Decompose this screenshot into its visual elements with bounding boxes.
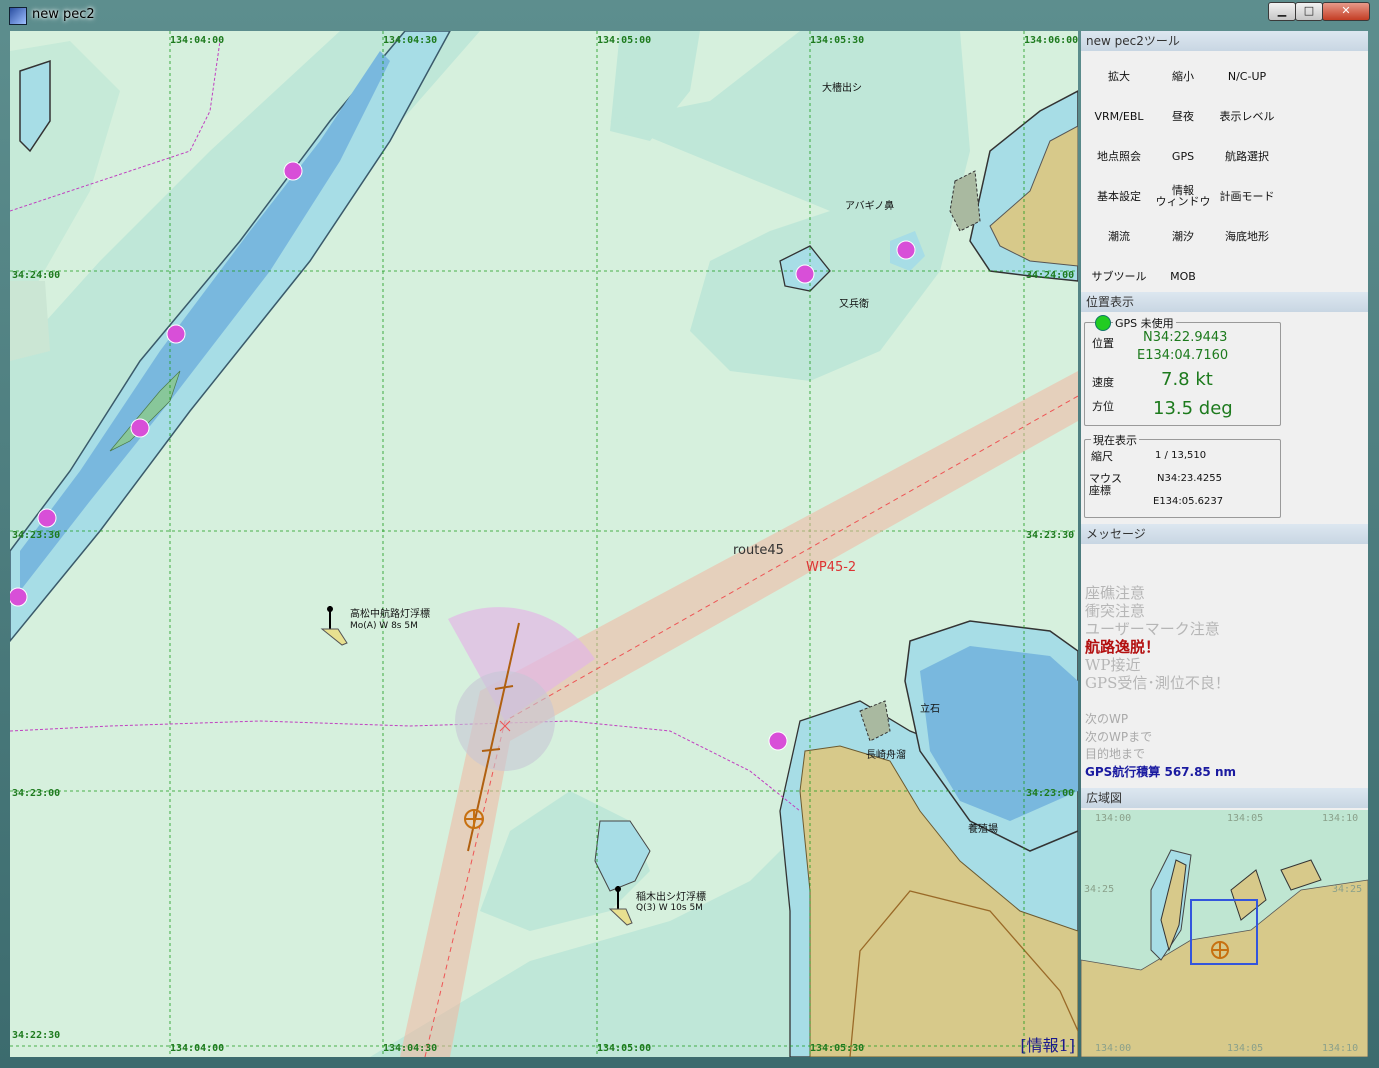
gps-total-distance: GPS航行積算 567.85 nm (1085, 765, 1236, 779)
scale-value: 1 / 13,510 (1155, 450, 1207, 461)
place-label-abaginohana: アバギノ鼻 (845, 201, 895, 212)
north-course-up-button[interactable]: N/C-UP (1215, 61, 1279, 91)
lat-label-right-1: 34:24:00 (1026, 270, 1075, 281)
next-wp-label: 次のWP (1085, 712, 1129, 726)
chart-graphics (10, 31, 1078, 1057)
app-icon (9, 7, 27, 25)
lon-label-top-5: 134:06:00 (1024, 35, 1078, 46)
position-label: 位置 (1092, 337, 1114, 350)
point-query-button[interactable]: 地点照会 (1087, 141, 1151, 171)
buoy-light-takamatsu: Mo(A) W 8s 5M (350, 621, 418, 631)
overview-lat-left: 34:25 (1084, 884, 1115, 895)
zoom-in-button[interactable]: 拡大 (1087, 61, 1151, 91)
overview-lon-bottom-1: 134:00 (1095, 1043, 1132, 1054)
scale-label: 縮尺 (1091, 450, 1113, 463)
overview-lat-right: 34:25 (1332, 884, 1363, 895)
lat-label-left-3: 34:23:00 (12, 788, 61, 799)
overview-graphics (1081, 849, 1368, 1057)
waypoint-label: WP45-2 (806, 560, 857, 575)
gps-status-icon (1095, 315, 1111, 331)
place-label-tateishi: 立石 (920, 704, 940, 715)
seabed-terrain-button[interactable]: 海底地形 (1215, 221, 1279, 251)
zoom-out-button[interactable]: 縮小 (1151, 61, 1215, 91)
lon-label-bottom-3: 134:05:00 (597, 1043, 652, 1054)
mouse-longitude: E134:05.6237 (1153, 496, 1224, 507)
gps-status: GPS 未使用 (1113, 315, 1176, 331)
longitude-value: E134:04.7160 (1137, 348, 1229, 363)
display-level-button[interactable]: 表示レベル (1215, 101, 1279, 131)
minimize-button[interactable]: ▁ (1268, 2, 1296, 21)
lon-label-top-3: 134:05:00 (597, 35, 652, 46)
overview-lon-top-2: 134:05 (1227, 813, 1264, 824)
maximize-button[interactable]: □ (1295, 2, 1323, 21)
route-select-button[interactable]: 航路選択 (1215, 141, 1279, 171)
heading-label: 方位 (1092, 400, 1114, 413)
window-title: new pec2 (32, 7, 95, 22)
to-next-wp-label: 次のWPまで (1085, 730, 1153, 744)
message-header: メッセージ (1081, 524, 1368, 544)
buoy-label-takamatsu: 高松中航路灯浮標 (350, 609, 430, 620)
current-display-legend: 現在表示 (1091, 432, 1139, 448)
tide-button[interactable]: 潮汐 (1151, 221, 1215, 251)
tidal-current-button[interactable]: 潮流 (1087, 221, 1151, 251)
to-destination-label: 目的地まで (1085, 747, 1146, 761)
lat-label-left-4: 34:22:30 (12, 1030, 61, 1041)
current-display-box: 現在表示 縮尺 1 / 13,510 マウス 座標 N34:23.4255 E1… (1084, 432, 1281, 518)
application-window: new pec2 ▁ □ ✕ 134:04:00 134:04:30 134:0… (0, 0, 1379, 1068)
lat-label-left-2: 34:23:30 (12, 530, 61, 541)
overview-lon-bottom-2: 134:05 (1227, 1043, 1264, 1054)
latitude-value: N34:22.9443 (1143, 330, 1228, 345)
place-label-oobishi: 大檣出シ (822, 83, 862, 94)
position-header: 位置表示 (1081, 292, 1368, 312)
side-panel: new pec2ツール 拡大 縮小 N/C-UP VRM/EBL 昼夜 表示レベ… (1081, 31, 1368, 1057)
place-label-nagasaki-port: 長崎舟溜 (866, 750, 906, 761)
mouse-latitude: N34:23.4255 (1157, 473, 1222, 484)
overview-lon-bottom-3: 134:10 (1322, 1043, 1359, 1054)
lat-label-right-2: 34:23:30 (1026, 530, 1075, 541)
speed-value: 7.8 kt (1161, 369, 1213, 390)
lon-label-top-2: 134:04:30 (383, 35, 438, 46)
buoy-light-inagi: Q(3) W 10s 5M (636, 903, 703, 913)
day-night-button[interactable]: 昼夜 (1151, 101, 1215, 131)
lon-label-top-1: 134:04:00 (170, 35, 225, 46)
info-button[interactable]: [情報1] (1020, 1032, 1075, 1056)
speed-label: 速度 (1092, 376, 1114, 389)
gps-position-box: GPS 未使用 位置 N34:22.9443 E134:04.7160 速度 7… (1084, 315, 1281, 426)
buoy-label-inagi: 稲木出シ灯浮標 (636, 892, 706, 903)
buoy-takamatsu (320, 606, 348, 646)
route-name-label: route45 (733, 543, 784, 558)
mouse-coord-label: マウス 座標 (1089, 472, 1122, 497)
title-bar[interactable]: new pec2 ▁ □ ✕ (0, 0, 1379, 30)
overview-lon-top-3: 134:10 (1322, 813, 1359, 824)
lon-label-bottom-2: 134:04:30 (383, 1043, 438, 1054)
heading-value: 13.5 deg (1153, 398, 1233, 419)
lat-label-right-3: 34:23:00 (1026, 788, 1075, 799)
vrm-ebl-button[interactable]: VRM/EBL (1087, 101, 1151, 131)
subtool-button[interactable]: サブツール (1087, 261, 1151, 291)
overview-map[interactable]: 134:00 134:05 134:10 134:00 134:05 134:1… (1081, 810, 1368, 1057)
basic-settings-button[interactable]: 基本設定 (1087, 181, 1151, 211)
plan-mode-button[interactable]: 計画モード (1215, 181, 1279, 211)
alert-gps-fault: GPS受信･測位不良！ (1085, 674, 1230, 692)
lat-label-left-1: 34:24:00 (12, 270, 61, 281)
lon-label-bottom-1: 134:04:00 (170, 1043, 225, 1054)
lon-label-bottom-4: 134:05:30 (810, 1043, 865, 1054)
info-window-button[interactable]: 情報 ウィンドウ (1151, 181, 1215, 211)
mob-button[interactable]: MOB (1151, 261, 1215, 291)
close-button[interactable]: ✕ (1322, 2, 1370, 21)
gps-button[interactable]: GPS (1151, 141, 1215, 171)
overview-header: 広域図 (1081, 788, 1368, 808)
place-label-aquaculture: 養殖場 (968, 824, 998, 835)
place-label-matabee: 又兵衛 (839, 299, 869, 310)
overview-lon-top-1: 134:00 (1095, 813, 1132, 824)
tools-header: new pec2ツール (1081, 31, 1368, 51)
nautical-chart[interactable]: 134:04:00 134:04:30 134:05:00 134:05:30 … (10, 31, 1078, 1057)
lon-label-top-4: 134:05:30 (810, 35, 865, 46)
